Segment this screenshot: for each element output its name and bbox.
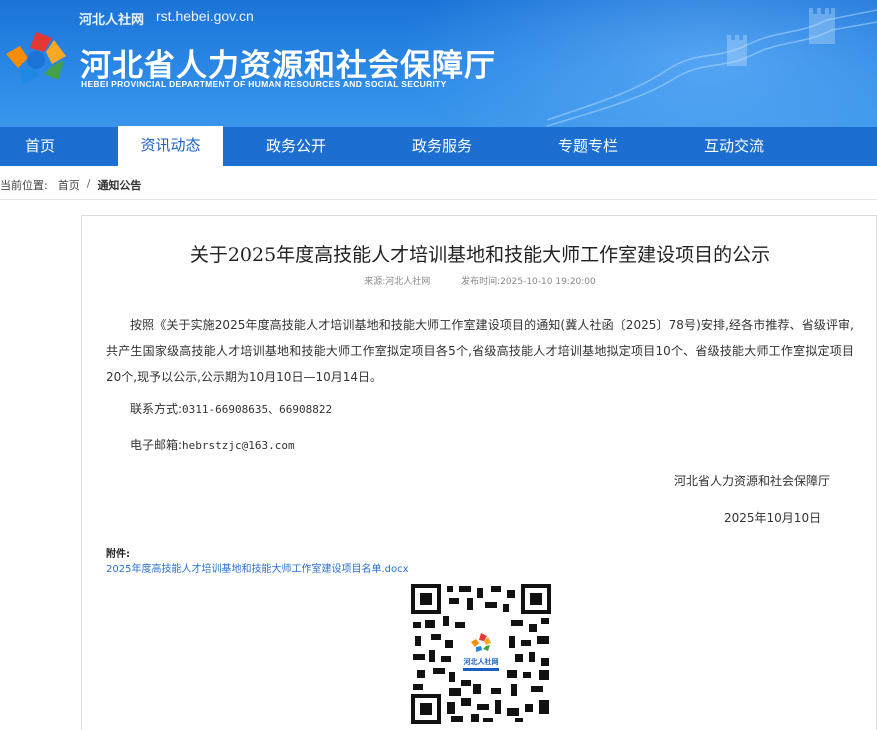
contact-line: 联系方式:0311-66908635、66908822: [130, 400, 332, 417]
qr-caption: 河北人社网: [464, 657, 499, 666]
header-banner: 河北人社网 rst.hebei.gov.cn 河北省人力资源和社会保障厅 HEB…: [0, 0, 877, 127]
email-label: 电子邮箱:: [130, 438, 183, 452]
nav-special-topics[interactable]: 专题专栏: [515, 127, 661, 166]
breadcrumb-separator: /: [86, 177, 91, 190]
attachment-link[interactable]: 2025年度高技能人才培训基地和技能大师工作室建设项目名单.docx: [106, 560, 409, 575]
attachment-label: 附件:: [106, 549, 130, 560]
email-value: hebrstzjc@163.com: [182, 439, 295, 452]
qr-code-icon: 河北人社网: [411, 584, 551, 724]
great-wall-decoration: [547, 8, 877, 127]
breadcrumb-prefix: 当前位置:: [0, 179, 48, 192]
contact-label: 联系方式:: [130, 402, 183, 416]
article-source: 来源:河北人社网: [364, 277, 431, 287]
contact-value: 0311-66908635、66908822: [182, 403, 333, 416]
nav-gov-affairs[interactable]: 政务公开: [223, 127, 369, 166]
main-nav: 首页 资讯动态 政务公开 政务服务 专题专栏 互动交流: [0, 126, 877, 166]
breadcrumb-current[interactable]: 通知公告: [97, 177, 141, 193]
divider: [0, 199, 877, 200]
nav-gov-services[interactable]: 政务服务: [369, 127, 515, 166]
site-title-en: HEBEI PROVINCIAL DEPARTMENT OF HUMAN RES…: [81, 79, 447, 89]
site-logo-icon[interactable]: [0, 28, 72, 92]
article-container: 关于2025年度高技能人才培训基地和技能大师工作室建设项目的公示 来源:河北人社…: [81, 215, 877, 730]
article-meta: 来源:河北人社网 发布时间:2025-10-10 19:20:00: [82, 274, 877, 287]
article-time: 发布时间:2025-10-10 19:20:00: [461, 277, 596, 287]
email-line: 电子邮箱:hebrstzjc@163.com: [130, 436, 295, 453]
article-body: 按照《关于实施2025年度高技能人才培训基地和技能大师工作室建设项目的通知(冀人…: [106, 318, 854, 384]
nav-interaction[interactable]: 互动交流: [661, 127, 807, 166]
site-tag[interactable]: 河北人社网: [79, 9, 144, 28]
publish-date: 2025年10月10日: [724, 511, 822, 525]
breadcrumb: 当前位置: 首页 / 通知公告: [0, 177, 141, 193]
signature: 河北省人力资源和社会保障厅: [674, 474, 831, 488]
article-title: 关于2025年度高技能人才培训基地和技能大师工作室建设项目的公示: [189, 244, 771, 266]
breadcrumb-home[interactable]: 首页: [58, 177, 80, 193]
site-url[interactable]: rst.hebei.gov.cn: [156, 8, 254, 24]
nav-news[interactable]: 资讯动态: [118, 126, 223, 166]
nav-home[interactable]: 首页: [0, 127, 80, 166]
